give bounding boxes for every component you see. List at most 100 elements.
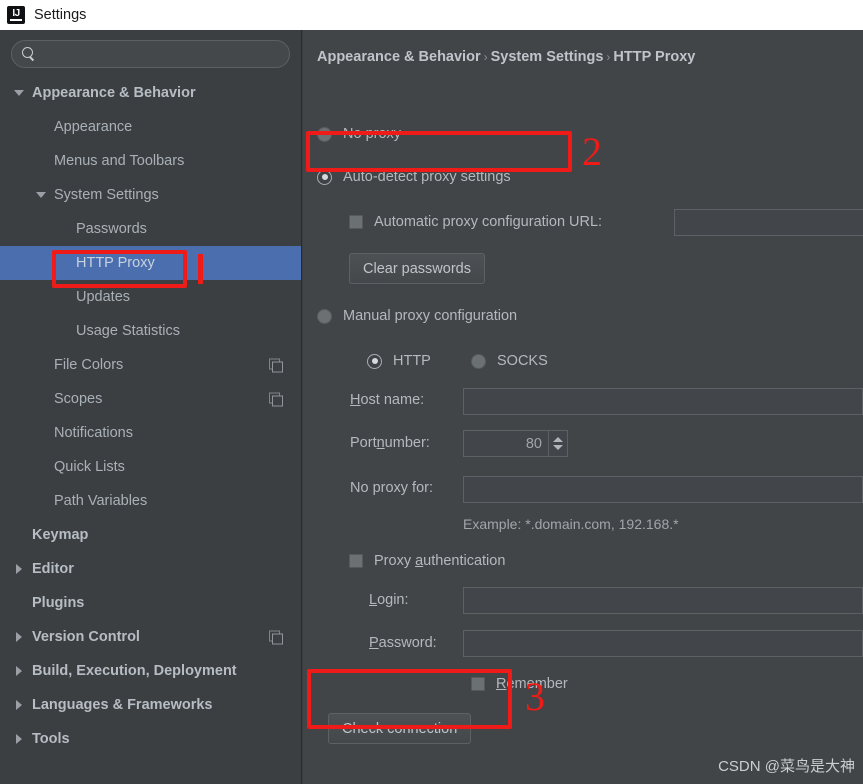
radio-no-proxy[interactable]: No proxy [317, 126, 401, 142]
chevron-down-icon[interactable] [36, 190, 47, 201]
login-input[interactable] [463, 587, 863, 614]
port-number-mnemonic: n [376, 435, 385, 451]
sidebar-item-menus-and-toolbars[interactable]: Menus and Toolbars [0, 144, 301, 178]
sidebar-item-usage-statistics[interactable]: Usage Statistics [0, 314, 301, 348]
checkbox-automatic-pac-url-label: Automatic proxy configuration URL: [374, 214, 603, 230]
sidebar-item-build-execution-deployment[interactable]: Build, Execution, Deployment [0, 654, 301, 688]
radio-http-label: HTTP [393, 353, 431, 369]
no-proxy-for-input[interactable] [463, 476, 863, 503]
chevron-down-icon[interactable] [14, 88, 25, 99]
port-number-spinner-buttons[interactable] [548, 431, 567, 456]
chevron-right-icon[interactable] [14, 733, 25, 745]
settings-search-box[interactable] [11, 40, 290, 68]
sidebar-item-label: Build, Execution, Deployment [32, 663, 237, 679]
sidebar-item-keymap[interactable]: Keymap [0, 518, 301, 552]
sidebar-item-updates[interactable]: Updates [0, 280, 301, 314]
host-name-label: Host name: [350, 392, 424, 408]
radio-auto-detect-label: Auto-detect proxy settings [343, 169, 511, 185]
sidebar-item-label: Keymap [32, 527, 89, 543]
chevron-right-icon[interactable] [14, 699, 25, 711]
password-input[interactable] [463, 630, 863, 657]
port-number-value[interactable]: 80 [464, 436, 548, 452]
copy-settings-icon[interactable] [269, 630, 283, 645]
host-name-input[interactable] [463, 388, 863, 415]
breadcrumb-separator-2: › [606, 50, 611, 64]
sidebar-item-file-colors[interactable]: File Colors [0, 348, 301, 382]
breadcrumb-separator-1: › [483, 50, 488, 64]
password-label: Password: [369, 635, 437, 651]
window-title: Settings [34, 7, 87, 23]
checkbox-remember-label: Remember [496, 676, 568, 692]
spinner-up-icon[interactable] [553, 437, 563, 442]
search-input[interactable] [36, 46, 289, 62]
sidebar-item-appearance[interactable]: Appearance [0, 110, 301, 144]
check-connection-button[interactable]: Check connection [328, 713, 472, 744]
host-name-label-text: ost name: [360, 392, 425, 408]
proxy-auth-label-post: uthentication [423, 553, 506, 569]
chevron-right-icon[interactable] [14, 563, 25, 575]
breadcrumb-part-1[interactable]: Appearance & Behavior [317, 49, 481, 65]
breadcrumb-part-2[interactable]: System Settings [491, 49, 604, 65]
radio-manual-proxy[interactable]: Manual proxy configuration [317, 308, 517, 324]
radio-socks-label: SOCKS [497, 353, 548, 369]
login-mnemonic: L [369, 592, 378, 608]
sidebar-item-label: Notifications [54, 425, 133, 441]
radio-protocol-socks[interactable]: SOCKS [471, 353, 548, 369]
radio-socks-indicator [471, 353, 486, 369]
radio-auto-detect-proxy[interactable]: Auto-detect proxy settings [317, 169, 511, 185]
copy-settings-icon[interactable] [269, 358, 283, 373]
pac-url-input[interactable] [674, 209, 863, 236]
sidebar-item-label: HTTP Proxy [76, 255, 155, 271]
clear-passwords-button[interactable]: Clear passwords [349, 253, 485, 284]
http-proxy-panel: Appearance & Behavior › System Settings › HT… [303, 30, 863, 784]
login-label-text: ogin: [377, 592, 409, 608]
sidebar-item-quick-lists[interactable]: Quick Lists [0, 450, 301, 484]
remember-mnemonic: R [496, 676, 507, 692]
password-mnemonic: P [369, 635, 379, 651]
sidebar-item-appearance-behavior[interactable]: Appearance & Behavior [0, 76, 301, 110]
sidebar-item-notifications[interactable]: Notifications [0, 416, 301, 450]
radio-protocol-http[interactable]: HTTP [367, 353, 431, 369]
checkbox-automatic-pac-url[interactable]: Automatic proxy configuration URL: [349, 214, 602, 230]
sidebar-item-scopes[interactable]: Scopes [0, 382, 301, 416]
copy-settings-icon[interactable] [269, 392, 283, 407]
sidebar-item-label: Languages & Frameworks [32, 697, 213, 713]
port-number-label-pre: Port [350, 435, 377, 451]
sidebar-item-plugins[interactable]: Plugins [0, 586, 301, 620]
sidebar-item-http-proxy[interactable]: HTTP Proxy [0, 246, 301, 280]
sidebar-item-label: Version Control [32, 629, 140, 645]
sidebar-item-tools[interactable]: Tools [0, 722, 301, 756]
chevron-right-icon[interactable] [14, 631, 25, 643]
no-proxy-example-hint: Example: *.domain.com, 192.168.* [463, 516, 679, 532]
intellij-idea-logo-icon: IJ [7, 6, 25, 24]
checkbox-proxy-authentication[interactable]: Proxy authentication [349, 553, 505, 569]
sidebar-item-path-variables[interactable]: Path Variables [0, 484, 301, 518]
radio-auto-detect-indicator [317, 169, 332, 185]
spinner-down-icon[interactable] [553, 445, 563, 450]
chevron-right-icon[interactable] [14, 665, 25, 677]
sidebar-item-label: File Colors [54, 357, 124, 373]
window-titlebar: IJ Settings [0, 0, 863, 30]
sidebar-item-passwords[interactable]: Passwords [0, 212, 301, 246]
radio-http-indicator [367, 353, 382, 369]
sidebar-item-label: Passwords [76, 221, 147, 237]
sidebar-item-label: Tools [32, 731, 70, 747]
breadcrumb: Appearance & Behavior › System Settings › HT… [317, 49, 695, 65]
sidebar-item-languages-frameworks[interactable]: Languages & Frameworks [0, 688, 301, 722]
checkbox-remember[interactable]: Remember [471, 676, 568, 692]
sidebar-item-label: Menus and Toolbars [54, 153, 185, 169]
sidebar-item-system-settings[interactable]: System Settings [0, 178, 301, 212]
sidebar-item-label: Path Variables [54, 493, 148, 509]
radio-manual-proxy-label: Manual proxy configuration [343, 308, 518, 324]
port-number-spinner[interactable]: 80 [463, 430, 568, 457]
sidebar-item-version-control[interactable]: Version Control [0, 620, 301, 654]
sidebar-item-editor[interactable]: Editor [0, 552, 301, 586]
radio-no-proxy-label: No proxy [343, 126, 402, 142]
